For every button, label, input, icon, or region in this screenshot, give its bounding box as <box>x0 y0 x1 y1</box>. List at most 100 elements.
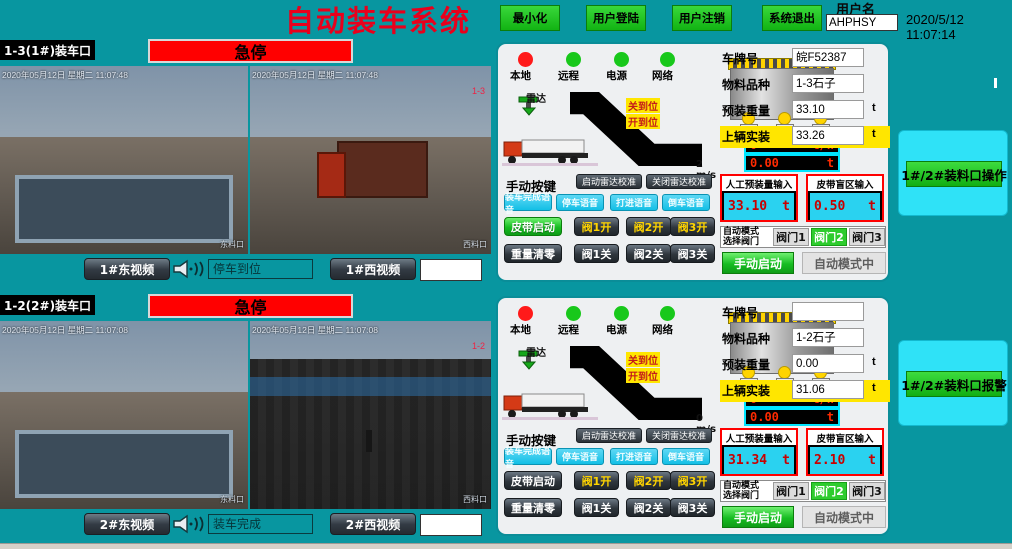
valve-1-close-button-1[interactable]: 阀1关 <box>574 244 619 263</box>
bay-2-east-corner-label: 东料口 <box>220 495 244 504</box>
valve-3-open-button-2[interactable]: 阀3开 <box>670 471 715 490</box>
minimize-button[interactable]: 最小化 <box>500 5 560 31</box>
valve-1-open-button-2[interactable]: 阀1开 <box>574 471 619 490</box>
bay-1-emergency-stop-button[interactable]: 急停 <box>148 39 353 63</box>
feed-port-operation-button[interactable]: 1#/2#装料口操作 <box>901 161 1007 187</box>
bay-1-voice-status-field[interactable]: 停车到位 <box>208 259 313 279</box>
preload-weight-input-2[interactable]: 0.00 <box>792 354 864 373</box>
bay-2-tag: 1-2(2#)装车口 <box>0 295 96 315</box>
bay-2-west-camera-feed[interactable]: 2020年05月12日 星期二 11:07:08 1-2 西料口 <box>250 321 491 509</box>
voice-stop-button-2[interactable]: 停车语音 <box>556 448 604 465</box>
user-login-button[interactable]: 用户登陆 <box>586 5 646 31</box>
mode-status-1: 自动模式中 <box>802 252 886 274</box>
preload-weight-unit-2: t <box>872 356 876 368</box>
bay-2-voice-status-field[interactable]: 装车完成 <box>208 514 313 534</box>
voice-reverse-button-2[interactable]: 倒车语音 <box>662 448 710 465</box>
belt-blind-zone-unit-1: t <box>868 199 876 214</box>
plate-input-1[interactable]: 皖F52387 <box>792 48 864 67</box>
belt-start-button-1[interactable]: 皮带启动 <box>504 217 562 236</box>
valve-1-open-button-1[interactable]: 阀1开 <box>574 217 619 236</box>
auto-valve-option-3-1[interactable]: 阀门3 <box>849 228 885 246</box>
bay-1-west-timestamp: 2020年05月12日 星期二 11:07:48 <box>252 70 378 80</box>
belt-blind-zone-input-1[interactable]: 0.50 t <box>810 193 880 220</box>
voice-load-complete-button-1[interactable]: 装车完成语音 <box>504 193 552 216</box>
bay-2-east-video-button[interactable]: 2#东视频 <box>84 513 170 535</box>
bay-2-east-camera-feed[interactable]: 2020年05月12日 星期二 11:07:08 东料口 <box>0 321 248 509</box>
weight-zero-button-1[interactable]: 重量清零 <box>504 244 562 263</box>
radar-label: 雷达 <box>526 94 546 105</box>
setpoint-controls-2: 人工预装量输入 31.34 t 皮带盲区输入 2.10 t 自动模式 选择阀门 … <box>720 426 890 534</box>
bay-1-east-video-button[interactable]: 1#东视频 <box>84 258 170 280</box>
manual-preset-box-2: 人工预装量输入 31.34 t <box>720 428 798 476</box>
radar-calibration-stop-button-1[interactable]: 关闭雷达校准 <box>646 174 712 189</box>
limit-close-label-1: 关到位 <box>626 98 660 113</box>
video-beam <box>250 377 491 397</box>
user-logout-button[interactable]: 用户注销 <box>672 5 732 31</box>
last-loaded-label-2: 上辆实装 <box>722 384 771 398</box>
material-label-1: 物料品种 <box>722 78 771 92</box>
valve-3-close-button-2[interactable]: 阀3关 <box>670 498 715 517</box>
voice-load-complete-button-2[interactable]: 装车完成语音 <box>504 447 552 470</box>
valve-3-open-button-1[interactable]: 阀3开 <box>670 217 715 236</box>
valve-3-close-button-1[interactable]: 阀3关 <box>670 244 715 263</box>
username-input[interactable]: AHPHSY <box>826 14 898 31</box>
plate-label-1: 车牌号 <box>722 52 759 66</box>
weight-zero-button-2[interactable]: 重量清零 <box>504 498 562 517</box>
vehicle-info-2: 车牌号 物料品种 1-2石子 预装重量 0.00 t 上辆实装 31.06 t <box>720 302 890 426</box>
valve-2-close-button-2[interactable]: 阀2关 <box>626 498 671 517</box>
bay-1-east-camera-feed[interactable]: 2020年05月12日 星期二 11:07:48 东料口 <box>0 66 248 254</box>
manual-start-button-1[interactable]: 手动启动 <box>722 252 794 274</box>
auto-valve-selector-label-line1: 自动模式 <box>723 481 760 491</box>
valve-2-open-button-1[interactable]: 阀2开 <box>626 217 671 236</box>
side-panel-alarm: 1#/2#装料口报警 <box>898 340 1008 426</box>
belt-start-button-2[interactable]: 皮带启动 <box>504 471 562 490</box>
manual-preset-input-2[interactable]: 31.34 t <box>724 447 794 474</box>
bay-2-west-badge: 1-2 <box>471 341 485 351</box>
bay-1-west-corner-label: 西料口 <box>463 240 487 249</box>
feed-port-alarm-button[interactable]: 1#/2#装料口报警 <box>901 371 1007 397</box>
system-exit-button[interactable]: 系统退出 <box>762 5 822 31</box>
material-input-2[interactable]: 1-2石子 <box>792 328 864 347</box>
bay-2-video-row: 2020年05月12日 星期二 11:07:08 东料口 2020年05月12日… <box>0 321 491 509</box>
auto-valve-option-2-2[interactable]: 阀门2 <box>811 482 847 500</box>
auto-valve-selector-label-line1: 自动模式 <box>723 227 760 237</box>
bay-2-emergency-stop-button[interactable]: 急停 <box>148 294 353 318</box>
manual-preset-input-1[interactable]: 33.10 t <box>724 193 794 220</box>
radar-calibration-start-button-2[interactable]: 启动雷达校准 <box>576 428 642 443</box>
valve-2-open-button-2[interactable]: 阀2开 <box>626 471 671 490</box>
auto-valve-option-3-2[interactable]: 阀门3 <box>849 482 885 500</box>
valve-2-close-button-1[interactable]: 阀2关 <box>626 244 671 263</box>
lamp-network-icon <box>660 306 675 321</box>
system-clock: 2020/5/12 11:07:14 <box>906 12 964 42</box>
auto-valve-option-1-2[interactable]: 阀门1 <box>773 482 809 500</box>
voice-forward-button-2[interactable]: 打进语音 <box>610 448 658 465</box>
bay-2-west-video-button[interactable]: 2#西视频 <box>330 513 416 535</box>
bay-1-west-video-button[interactable]: 1#西视频 <box>330 258 416 280</box>
video-pit <box>14 430 234 498</box>
taskbar[interactable] <box>0 543 1012 549</box>
voice-stop-button-1[interactable]: 停车语音 <box>556 194 604 211</box>
voice-forward-button-1[interactable]: 打进语音 <box>610 194 658 211</box>
material-input-1[interactable]: 1-3石子 <box>792 74 864 93</box>
radar-calibration-stop-button-2[interactable]: 关闭雷达校准 <box>646 428 712 443</box>
preload-weight-input-1[interactable]: 33.10 <box>792 100 864 119</box>
lamp-remote-icon <box>566 306 581 321</box>
valve-1-close-button-2[interactable]: 阀1关 <box>574 498 619 517</box>
bay-2-aux-field[interactable] <box>420 514 482 536</box>
auto-valve-selector-1: 自动模式 选择阀门 阀门1 阀门2 阀门3 <box>720 226 886 248</box>
belt-blind-zone-input-2[interactable]: 2.10 t <box>810 447 880 474</box>
auto-valve-option-1-1[interactable]: 阀门1 <box>773 228 809 246</box>
auto-valve-option-2-1[interactable]: 阀门2 <box>811 228 847 246</box>
bay-1-aux-field[interactable] <box>420 259 482 281</box>
lamp-power-label: 电源 <box>606 70 627 82</box>
manual-start-button-2[interactable]: 手动启动 <box>722 506 794 528</box>
belt-blind-zone-unit-2: t <box>868 453 876 468</box>
auto-valve-selector-label-line2: 选择阀门 <box>723 491 760 501</box>
radar-calibration-start-button-1[interactable]: 启动雷达校准 <box>576 174 642 189</box>
bay-1-west-camera-feed[interactable]: 2020年05月12日 星期二 11:07:48 1-3 西料口 <box>250 66 491 254</box>
manual-keys-2: 手动按键 启动雷达校准 关闭雷达校准 装车完成语音 停车语音 打进语音 倒车语音… <box>500 426 716 534</box>
voice-reverse-button-1[interactable]: 倒车语音 <box>662 194 710 211</box>
lamp-network-label: 网络 <box>652 324 673 336</box>
mouse-cursor <box>994 78 997 88</box>
plate-input-2[interactable] <box>792 302 864 321</box>
